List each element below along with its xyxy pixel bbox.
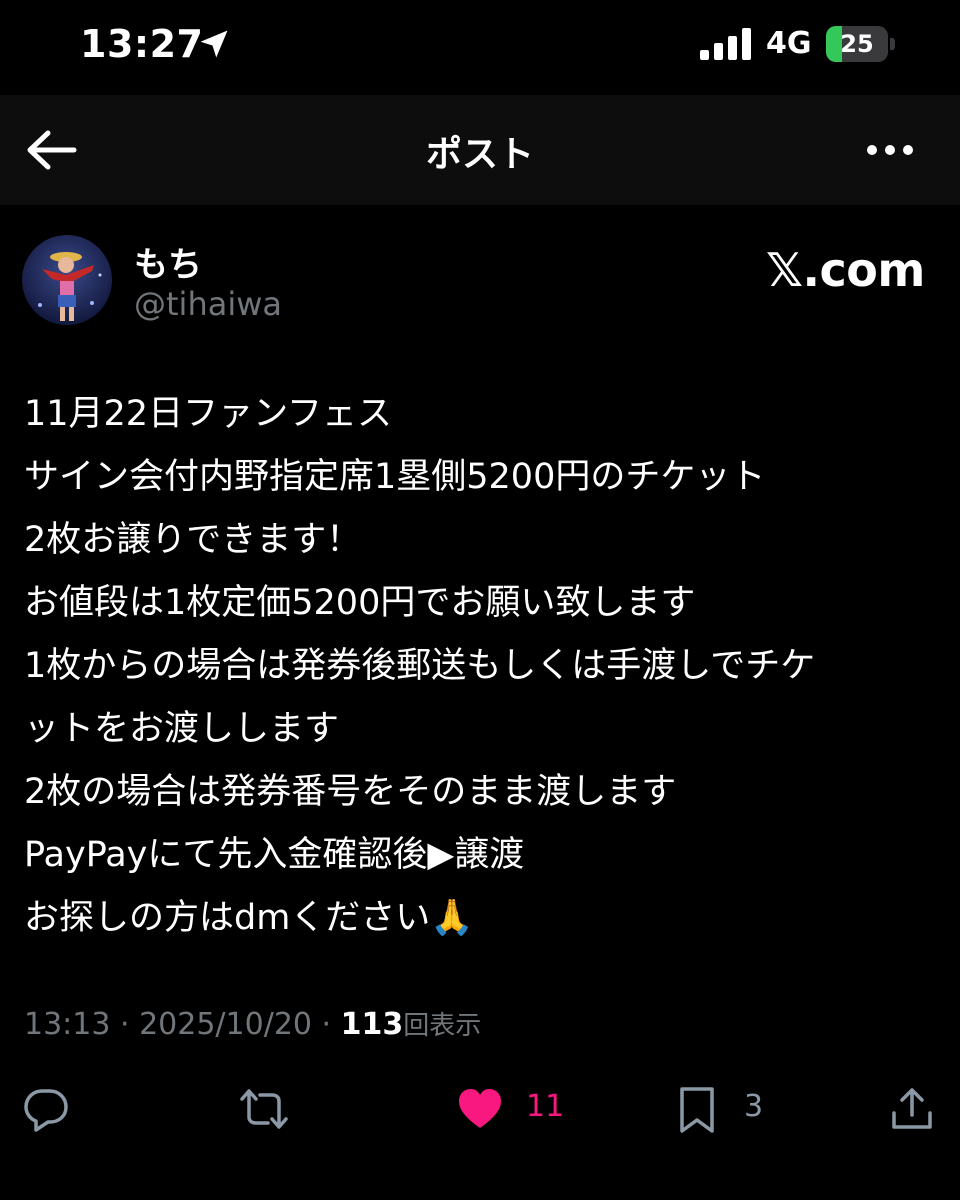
action-bar: 11 3 (0, 1075, 960, 1145)
post-date: 2025/10/20 (139, 1007, 312, 1042)
share-icon (892, 1088, 932, 1129)
bookmark-count: 3 (744, 1089, 764, 1124)
share-button[interactable] (888, 1075, 938, 1145)
display-name[interactable]: もち (134, 237, 202, 286)
status-bar: 13:27 4G 25 (0, 0, 960, 95)
post: もち @tihaiwa 𝕏.com 11月22日ファンフェス サイン会付内野指定… (0, 205, 960, 1200)
reply-icon (24, 1089, 68, 1132)
views-count[interactable]: 113 (341, 1007, 404, 1042)
post-line: 1枚からの場合は発券後郵送もしくは手渡しでチケ (24, 646, 816, 686)
battery-percent: 25 (840, 30, 874, 58)
post-line: 2枚の場合は発券番号をそのまま渡します (24, 772, 677, 812)
post-text: 11月22日ファンフェス サイン会付内野指定席1塁側5200円のチケット 2枚お… (24, 383, 934, 950)
heart-icon (459, 1089, 501, 1128)
nav-bar: ポスト (0, 95, 960, 205)
like-count: 11 (526, 1089, 565, 1124)
status-time: 13:27 (80, 22, 204, 66)
views-label: 回表示 (403, 1011, 482, 1041)
bookmark-icon (680, 1087, 714, 1133)
post-meta: 13:13 · 2025/10/20 · 113回表示 (24, 1005, 481, 1042)
repost-icon (240, 1089, 288, 1129)
post-time: 13:13 (24, 1007, 111, 1042)
repost-button[interactable] (236, 1075, 292, 1145)
page-title: ポスト (425, 134, 534, 175)
meta-separator: · (110, 1007, 140, 1042)
more-dots-icon[interactable] (860, 130, 920, 170)
meta-separator: · (312, 1007, 341, 1042)
like-button[interactable]: 11 (456, 1075, 576, 1145)
post-line: ットをお渡しします (24, 709, 340, 749)
post-line: お値段は1枚定価5200円でお願い致します (24, 583, 696, 623)
battery-charging-icon: 25 (826, 26, 896, 62)
network-type: 4G (766, 26, 812, 61)
post-line: サイン会付内野指定席1塁側5200円のチケット (24, 457, 766, 497)
location-arrow-icon (200, 30, 228, 58)
reply-button[interactable] (22, 1075, 72, 1145)
user-handle[interactable]: @tihaiwa (134, 285, 282, 323)
avatar[interactable] (22, 235, 112, 325)
x-com-watermark: 𝕏.com (766, 243, 925, 297)
bookmark-button[interactable]: 3 (676, 1075, 786, 1145)
signal-bars-icon (700, 28, 751, 60)
post-line: 11月22日ファンフェス (24, 394, 393, 434)
post-line: PayPayにて先入金確認後▶︎譲渡 (24, 835, 525, 875)
post-line: お探しの方はdmください🙏 (24, 898, 474, 938)
post-line: 2枚お譲りできます！ (24, 520, 362, 560)
